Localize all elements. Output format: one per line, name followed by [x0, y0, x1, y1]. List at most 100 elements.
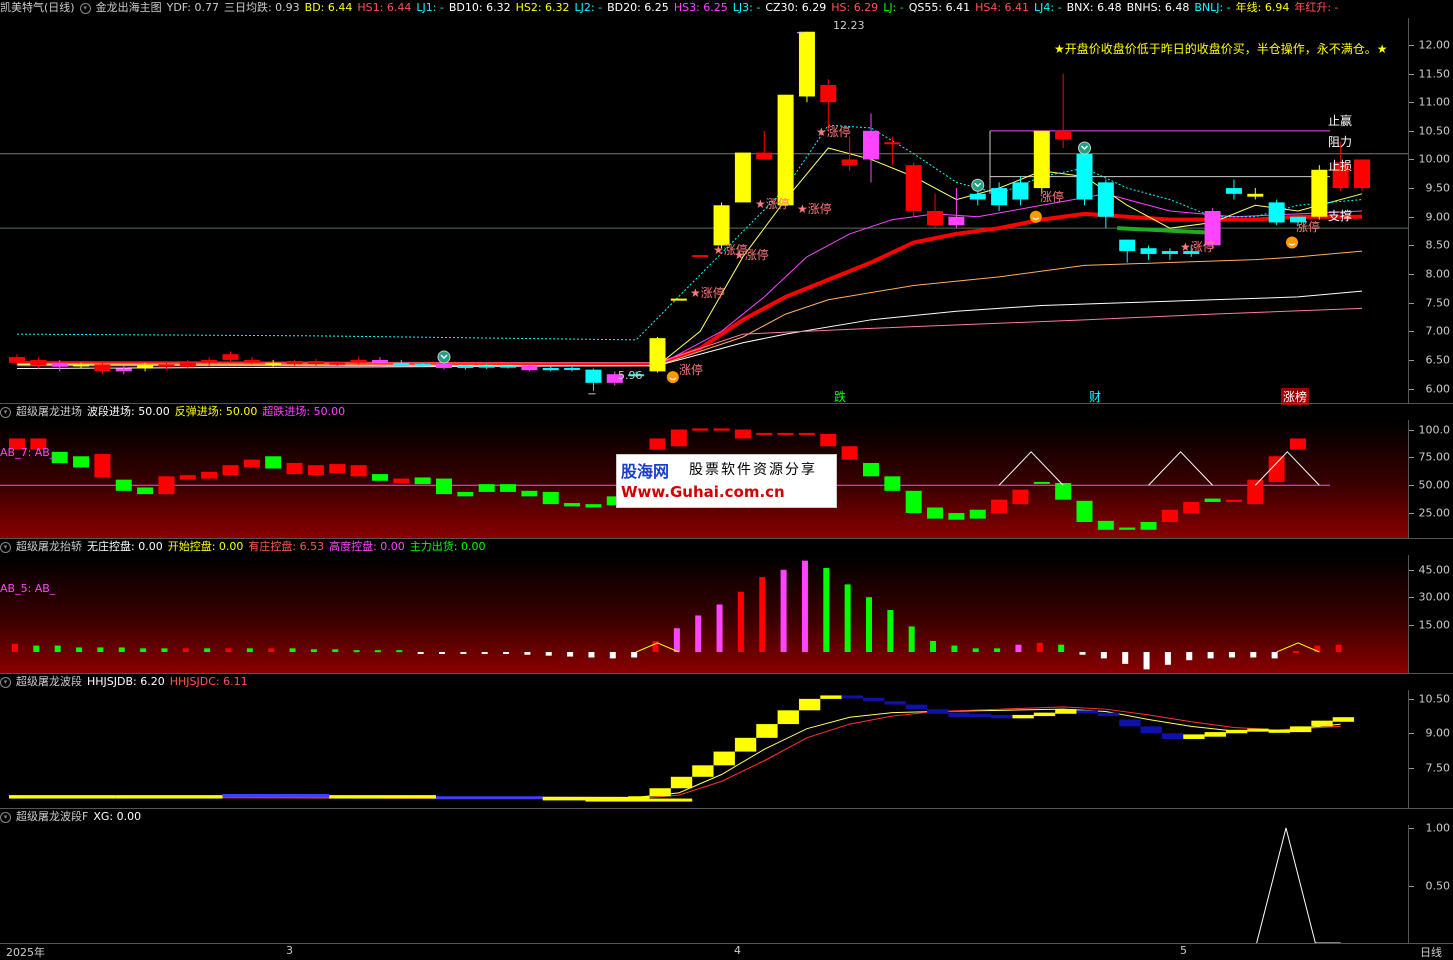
axis-tick [1409, 130, 1414, 132]
indicator-bar [161, 648, 168, 652]
axis-tick [1409, 331, 1414, 333]
boduan-chart[interactable] [0, 690, 1408, 808]
chevron-down-icon[interactable]: ▾ [0, 811, 11, 823]
indicator-bar [521, 490, 538, 497]
indicator-bar [1015, 644, 1022, 652]
label-zhiying: 止赢 [1328, 114, 1353, 128]
indicator-bar [33, 645, 40, 652]
header-item: 高度控盘: 0.00 [329, 540, 405, 553]
indicator-bar [1164, 652, 1171, 665]
candle-body [841, 159, 858, 166]
indicator-bar [1058, 644, 1065, 652]
indicator-bar [1247, 479, 1264, 505]
boduanf-indicator[interactable] [0, 825, 1408, 943]
indicator-bar [73, 456, 90, 468]
candle-body [265, 362, 282, 365]
indicator-bar [246, 648, 253, 652]
axis-tick-label: 10.50 [1418, 124, 1451, 138]
wave-step [969, 713, 992, 718]
low-price-label: 5.96 [618, 369, 643, 382]
main-header: 凯美特气(日线) ▾ 金龙出海主图 YDF: 0.77 三日均跌: 0.93 BD: 6.… [0, 0, 1408, 16]
boduanf-header: ▾ 超级屠龙波段F XG: 0.00 [0, 809, 1408, 825]
candle-body [478, 365, 495, 368]
label-zhicheng: 支撑 [1328, 209, 1353, 223]
indicator-bar [1225, 499, 1242, 502]
indicator-bar [94, 454, 111, 478]
axis-tick-label: 11.50 [1418, 67, 1451, 81]
axis-tick [1409, 159, 1414, 161]
candle-body [371, 359, 388, 363]
candle-body [179, 362, 196, 367]
header-item: LJ1: - [416, 1, 444, 14]
axis-tick-label: 50.00 [1418, 478, 1451, 492]
indicator-bar [780, 569, 787, 652]
main-chart[interactable] [0, 18, 1408, 403]
taijiao-chart[interactable] [0, 555, 1408, 673]
candle-body [436, 363, 452, 368]
indicator-bar [436, 478, 452, 495]
header-item: ▾ 超级屠龙波段F [0, 810, 88, 823]
chevron-down-icon[interactable]: ▾ [0, 676, 11, 688]
smile-icon [1286, 236, 1298, 249]
wave-step [1140, 726, 1162, 734]
candle-body [158, 364, 175, 367]
indicator-bar [265, 456, 282, 469]
indicator-bar [12, 643, 18, 652]
indicator-bar [1122, 652, 1129, 664]
zhangting-tag: 涨停 [1296, 220, 1321, 234]
zhangting-tag: 涨停 [679, 363, 704, 377]
indicator-bar [1100, 652, 1107, 659]
wave-step [991, 714, 1013, 719]
axis-tick-label: 8.50 [1425, 238, 1451, 252]
candle-body [927, 211, 944, 226]
chevron-down-icon[interactable]: ▾ [79, 2, 91, 14]
wave-step [1055, 709, 1077, 714]
candle-body [649, 338, 666, 372]
indicator-bar [115, 479, 132, 491]
candle-body [1140, 248, 1157, 254]
indicator-bar [673, 628, 680, 652]
indicator-bar [76, 647, 83, 652]
axis-tick [1409, 429, 1414, 431]
peak-marker [1148, 451, 1213, 486]
boduanf-chart[interactable] [0, 825, 1408, 943]
header-item: YDF: 0.77 [166, 1, 219, 14]
smile-icon [1029, 210, 1042, 223]
wave-step [820, 695, 842, 699]
candle-body [798, 31, 815, 97]
taijiao-indicator[interactable] [0, 555, 1408, 673]
indicator-bar [823, 567, 830, 652]
axis-tick [1409, 733, 1414, 735]
indicator-bar [289, 648, 296, 652]
indicator-bar [905, 490, 922, 514]
axis-tick-label: 8.00 [1425, 267, 1451, 281]
axis-tick-label: 6.50 [1425, 353, 1451, 367]
candlestick-chart[interactable] [0, 18, 1408, 403]
axis-tick [1409, 485, 1414, 487]
date-label: 4 [734, 944, 741, 957]
candle-body [1012, 182, 1029, 200]
candle-body [521, 365, 538, 371]
indicator-bar [137, 487, 154, 495]
wave-step [863, 697, 885, 702]
wave-step [1076, 710, 1098, 714]
axis-tick [1409, 569, 1414, 571]
indicator-bar [1033, 481, 1050, 484]
header-item: ▾ 超级屠龙波段 [0, 675, 82, 688]
wave-step [649, 788, 671, 797]
indicator-bar [500, 484, 517, 492]
chevron-down-icon[interactable]: ▾ [0, 406, 11, 418]
boduan-indicator[interactable] [0, 690, 1408, 808]
candle-body [991, 188, 1008, 206]
header-item: LJ3: - [732, 1, 761, 14]
candle-body [820, 85, 837, 103]
axis-tick [1409, 359, 1414, 361]
indicator-bar [414, 477, 431, 485]
chevron-down-icon[interactable]: ▾ [0, 541, 11, 553]
indicator-bar [1055, 483, 1072, 500]
candle-body [1311, 169, 1328, 217]
indicator-bar [798, 432, 815, 435]
header-item: ▾ 超级屠龙抬轿 [0, 540, 82, 553]
axis-tick-label: 1.00 [1425, 821, 1451, 835]
indicator-bar [1140, 521, 1157, 530]
